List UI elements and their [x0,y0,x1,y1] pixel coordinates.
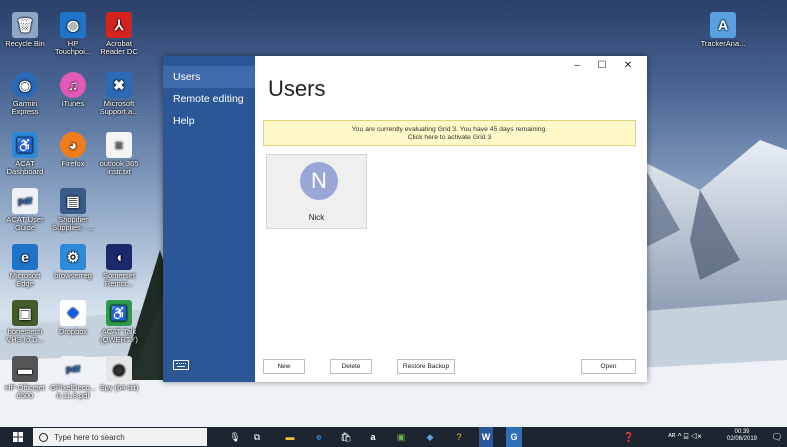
edge-icon: e [12,244,38,270]
sidebar-item-remote-editing[interactable]: Remote editing [163,88,255,110]
dropbox-icon: ❖ [60,300,86,326]
desktop-icon-shopifier[interactable]: ▤ Shopifier Supplies - ... [50,188,96,232]
desktop-icon-hp-officejet[interactable]: ▬ HP Officejet 6500 [2,356,48,400]
edge-taskbar-icon[interactable]: e [312,427,326,447]
desktop-icon-acrobat-reader[interactable]: ⅄ Acrobat Reader DC [96,12,142,56]
somerset-icon: ◖ [106,244,132,270]
garmin-icon: ◉ [12,72,38,98]
store-icon[interactable]: 🛍 [339,427,353,447]
search-placeholder: Type here to search [54,432,125,442]
desktop-icon-garmin-express[interactable]: ◉ Garmin Express [2,72,48,116]
desktop-icon-dropbox[interactable]: ❖ Dropbox [50,300,96,336]
firefox-icon: ◕ [60,132,86,158]
desktop-icon-acat-user-guide[interactable]: pdf ACAT User Guide [2,188,48,232]
restore-backup-button[interactable]: Restore Backup [397,359,455,374]
page-title: Users [268,76,326,101]
desktop-icon-spy[interactable]: ◉ Spy (64-bit) [96,356,142,392]
desktop-icon-itunes[interactable]: ♫ iTunes [50,72,96,108]
banner-line-1: You are currently evaluating Grid 3. You… [351,126,548,133]
acrobat-icon: ⅄ [106,12,132,38]
keyboard-icon[interactable] [173,360,189,370]
sidebar-item-help[interactable]: Help [163,110,255,132]
desktop-icon-microsoft-support[interactable]: ✖ Microsoft Support a... [96,72,142,116]
acat-talk-icon: ♿ [106,300,132,326]
desktop-icon-gpixeldeco-pdf[interactable]: pdf GPixelDeco... 0.11.8.pdf [50,356,96,400]
grid3-taskbar-icon[interactable]: G [506,427,522,447]
delete-button[interactable]: Delete [330,359,372,374]
desktop-icon-hp-touchpoint[interactable]: ◍ HP Touchpoi... [50,12,96,56]
desktop-icon-firefox[interactable]: ◕ Firefox [50,132,96,168]
taskbar-clock[interactable]: 00:39 02/06/2019 [724,429,760,443]
sidebar: Users Remote editing Help [163,56,255,382]
sidebar-item-users[interactable]: Users [163,66,255,88]
desktop-icon-outlook-txt[interactable]: ≡ outlook 365 instr.txt [96,132,142,176]
main-panel: – ☐ ✕ Users You are currently evaluating… [255,56,647,382]
start-button[interactable] [8,427,28,447]
help-tray-icon[interactable]: ❓ [622,427,636,447]
desktop-icon-tracker-analysis[interactable]: A TrackerAna... [700,12,746,48]
recycle-bin-icon: 🗑 [12,12,38,38]
app-icon-blue[interactable]: ◆ [423,427,437,447]
taskbar-search-box[interactable]: Type here to search [33,428,207,446]
user-name: Nick [308,213,325,222]
file-explorer-icon[interactable]: ▬ [283,427,297,447]
task-view-icon[interactable]: ⧉ [250,427,264,447]
taskbar: Type here to search 🎙 ⧉ ▬ e 🛍 a ▣ ◆ ? W … [0,427,787,447]
desktop-icon-browserreg[interactable]: ⚙ browserreg [50,244,96,280]
desktop-icon-acat-dashboard[interactable]: ♿ ACAT Dashboard [2,132,48,176]
grid3-window: Users Remote editing Help – ☐ ✕ Users Yo… [163,56,647,382]
system-tray[interactable]: ᴬᴿ ^ ⌸ ◁× [652,427,718,447]
acat-icon: ♿ [12,132,38,158]
close-button[interactable]: ✕ [620,60,636,72]
tracker-icon: A [710,12,736,38]
windows-logo-icon [13,432,23,442]
clock-date: 02/06/2019 [726,436,758,442]
amazon-icon[interactable]: a [366,427,380,447]
desktop-icon-acat-talk[interactable]: ♿ ACAT Talk (QWERTY) [96,300,142,344]
clock-time: 00:39 [734,429,750,435]
new-button[interactable]: New [263,359,305,374]
notifications-icon[interactable]: 🗨 [770,427,784,447]
cortana-icon [39,432,48,442]
microphone-icon[interactable]: 🎙 [228,427,242,447]
desktop-icon-microsoft-edge[interactable]: e Microsoft Edge [2,244,48,288]
desktop-icon-honestech[interactable]: ▣ honestech VHS to D... [2,300,48,344]
video-capture-icon: ▣ [12,300,38,326]
user-tile[interactable]: N Nick [266,154,367,229]
printer-icon: ▬ [12,356,38,382]
itunes-icon: ♫ [60,72,86,98]
pdf-file-icon: pdf [12,188,38,214]
pdf-file-icon: pdf [60,356,86,382]
text-file-icon: ≡ [106,132,132,158]
desktop-icon-recycle-bin[interactable]: 🗑 Recycle Bin [2,12,48,48]
registry-icon: ⚙ [60,244,86,270]
help-app-icon[interactable]: ? [452,427,466,447]
evaluation-banner[interactable]: You are currently evaluating Grid 3. You… [263,120,636,146]
eye-icon: ◉ [106,356,132,382]
maximize-button[interactable]: ☐ [594,60,610,72]
banner-activate-link[interactable]: Click here to activate Grid 3 [264,134,635,142]
open-button[interactable]: Open [581,359,636,374]
printer-icon: ▤ [60,188,86,214]
avatar: N [300,162,338,200]
word-icon[interactable]: W [479,427,493,447]
photos-icon[interactable]: ▣ [394,427,408,447]
minimize-button[interactable]: – [569,60,585,72]
tools-icon: ✖ [106,72,132,98]
hp-touchpoint-icon: ◍ [60,12,86,38]
desktop-icon-somerset[interactable]: ◖ Somerset Remot... [96,244,142,288]
